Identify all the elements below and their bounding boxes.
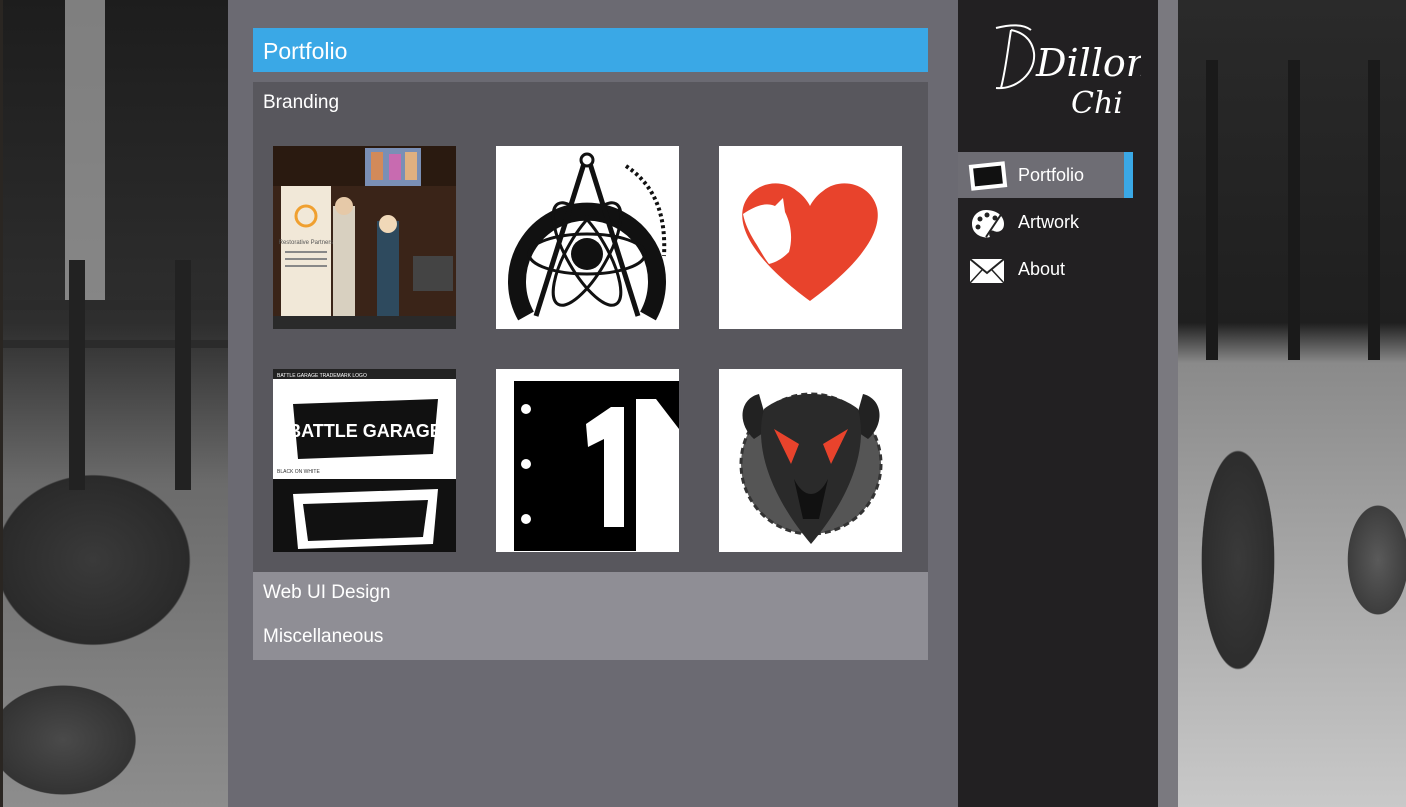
thumbnail-banner-text: Restorative Partners [279,240,334,246]
background-photo-right [1178,0,1406,807]
sidebar: Dillon Chi Portfolio Artwork About [958,0,1158,807]
sidebar-item-artwork[interactable]: Artwork [958,199,1133,245]
thumbnail-one-m-logo[interactable] [496,369,679,552]
section-header-miscellaneous[interactable]: Miscellaneous [263,626,383,648]
sidebar-item-label: Artwork [1018,212,1080,232]
thumbnail-logo-text: BATTLE GARAGE [288,421,442,441]
sidebar-item-label: About [1018,259,1066,279]
signature-logo[interactable]: Dillon Chi [976,18,1150,121]
signature-line1: Dillon [1035,41,1141,85]
page-title: Portfolio [253,28,928,72]
thumbnail-compass-atom-logo[interactable] [496,146,679,329]
thumbnail-caption-text: BATTLE GARAGE TRADEMARK LOGO [277,373,367,379]
section-header-web-ui-design[interactable]: Web UI Design [263,582,390,604]
section-header-branding[interactable]: Branding [263,92,339,114]
thumbnail-battle-garage-logo[interactable]: BATTLE GARAGE TRADEMARK LOGO BATTLE GARA… [273,369,456,552]
thumbnail-small-text: BLACK ON WHITE [277,469,320,475]
collapsed-sections: Web UI Design Miscellaneous [253,572,928,660]
thumbnail-event-photo[interactable]: Restorative Partners [273,146,456,329]
background-photo-left [0,0,231,807]
sidebar-item-about[interactable]: About [958,246,1133,292]
envelope-icon [968,254,1005,284]
signature-line2: Chi [1071,86,1123,118]
section-branding: Branding Restorative Partners BATTLE GAR… [253,82,928,572]
thumbnail-heart-horse-logo[interactable] [719,146,902,329]
palette-icon [968,207,1004,238]
thumbnail-rat-mascot-logo[interactable] [719,369,902,552]
sidebar-item-label: Portfolio [1018,165,1085,185]
main-content: Portfolio Branding Restorative Partners [228,0,958,807]
sidebar-item-portfolio[interactable]: Portfolio [958,152,1133,198]
sidebar-edge [1158,0,1178,807]
photo-icon [968,160,1008,191]
